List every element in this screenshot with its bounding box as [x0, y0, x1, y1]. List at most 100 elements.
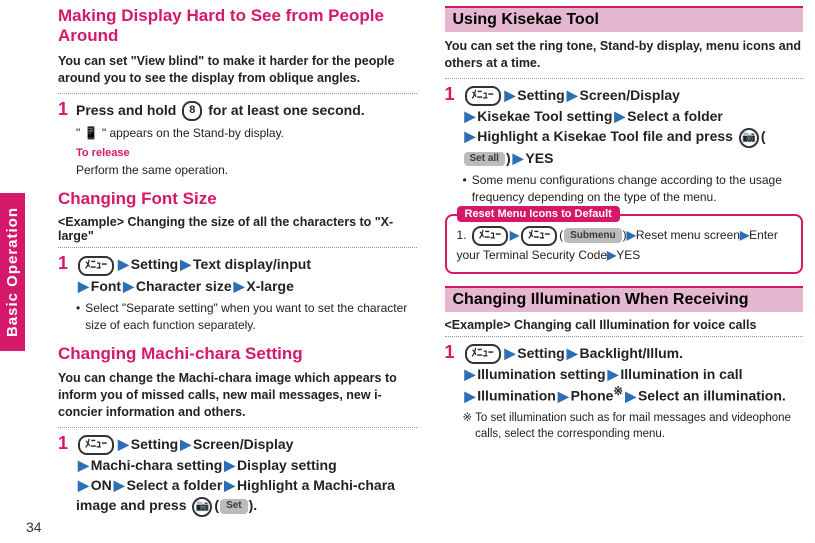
rsec2-note: To set illumination such as for mail mes… — [463, 410, 804, 442]
sec3-title: Changing Machi-chara Setting — [58, 344, 417, 364]
divider — [58, 247, 417, 248]
step-text-a: Press and hold — [76, 102, 180, 118]
path-char-size: Character size — [136, 278, 232, 294]
left-column: Making Display Hard to See from People A… — [58, 6, 421, 531]
set-softkey-label: Set — [220, 499, 248, 514]
sec1-title: Making Display Hard to See from People A… — [58, 6, 417, 47]
path-select-folder: Select a folder — [127, 477, 223, 493]
arrow-icon: ▶ — [567, 345, 578, 361]
arrow-icon: ▶ — [505, 345, 516, 361]
path-machi-setting: Machi-chara setting — [91, 457, 222, 473]
arrow-icon: ▶ — [625, 388, 636, 404]
path-backlight: Backlight/Illum. — [580, 345, 683, 361]
arrow-icon: ▶ — [465, 128, 476, 144]
sec3-intro: You can change the Machi-chara image whi… — [58, 370, 417, 421]
path-setting: Setting — [517, 345, 564, 361]
path-illum-setting: Illumination setting — [477, 366, 605, 382]
path-highlight: Highlight a Kisekae Tool file and press — [477, 128, 737, 144]
path-phone: Phone — [571, 388, 614, 404]
path-on: ON — [91, 477, 112, 493]
release-text: Perform the same operation. — [76, 162, 417, 179]
reset-box-content: 1. ﾒﾆｭｰ▶ﾒﾆｭｰ(Submenu)▶Reset menu screen▶… — [457, 226, 792, 264]
arrow-icon: ▶ — [180, 436, 191, 452]
arrow-icon: ▶ — [513, 150, 524, 166]
rsec2-example: <Example> Changing call Illumination for… — [445, 318, 804, 332]
rsec1-step1: 1 ﾒﾆｭｰ▶Setting▶Screen/Display ▶Kisekae T… — [445, 85, 804, 206]
divider — [445, 78, 804, 79]
rsec1-title: Using Kisekae Tool — [445, 6, 804, 32]
path-select-folder: Select a folder — [627, 108, 723, 124]
sec3-step1: 1 ﾒﾆｭｰ▶Setting▶Screen/Display ▶Machi-cha… — [58, 434, 417, 517]
step-sub: " 📱 " appears on the Stand-by display. — [76, 125, 417, 142]
paren-open: ( — [761, 128, 766, 144]
menu-key-icon: ﾒﾆｭｰ — [472, 226, 508, 246]
arrow-icon: ▶ — [224, 457, 235, 473]
path-screen-display: Screen/Display — [580, 87, 680, 103]
path-xlarge: X-large — [246, 278, 293, 294]
sec2-step1: 1 ﾒﾆｭｰ▶Setting▶Text display/input ▶Font▶… — [58, 254, 417, 333]
arrow-icon: ▶ — [505, 87, 516, 103]
paren-open: ( — [214, 497, 219, 513]
path-display-setting: Display setting — [237, 457, 337, 473]
menu-key-icon: ﾒﾆｭｰ — [465, 344, 501, 364]
step-number: 1 — [58, 100, 76, 179]
path-yes: YES — [525, 150, 553, 166]
camera-key-icon: 📷 — [739, 128, 759, 148]
divider — [58, 93, 417, 94]
arrow-icon: ▶ — [614, 108, 625, 124]
paren-close: ) — [506, 150, 511, 166]
arrow-icon: ▶ — [465, 108, 476, 124]
step-text-b: for at least one second. — [204, 102, 364, 118]
arrow-icon: ▶ — [78, 278, 89, 294]
reset-path-3: YES — [616, 248, 640, 262]
path-illum-in-call: Illumination in call — [620, 366, 742, 382]
path-font: Font — [91, 278, 121, 294]
rsec1-intro: You can set the ring tone, Stand-by disp… — [445, 38, 804, 72]
asterisk-mark: ※ — [613, 385, 623, 398]
arrow-icon: ▶ — [180, 256, 191, 272]
menu-key-icon: ﾒﾆｭｰ — [78, 256, 114, 276]
arrow-icon: ▶ — [465, 388, 476, 404]
step-number: 1 — [445, 85, 463, 206]
path-setting: Setting — [517, 87, 564, 103]
rsec2-step1: 1 ﾒﾆｭｰ▶Setting▶Backlight/Illum. ▶Illumin… — [445, 343, 804, 443]
path-select-illum: Select an illumination. — [638, 388, 786, 404]
step-number: 1 — [445, 343, 463, 443]
menu-key-icon: ﾒﾆｭｰ — [521, 226, 557, 246]
arrow-icon: ▶ — [118, 436, 129, 452]
section-tab: Basic Operation — [0, 192, 25, 350]
arrow-icon: ▶ — [78, 477, 89, 493]
sec1-intro: You can set "View blind" to make it hard… — [58, 53, 417, 87]
reset-box-title: Reset Menu Icons to Default — [457, 206, 620, 222]
arrow-icon: ▶ — [607, 248, 616, 262]
sec2-example: <Example> Changing the size of all the c… — [58, 215, 417, 243]
path-illumination: Illumination — [477, 388, 556, 404]
arrow-icon: ▶ — [740, 228, 749, 242]
reset-box: Reset Menu Icons to Default 1. ﾒﾆｭｰ▶ﾒﾆｭｰ… — [445, 214, 804, 274]
sec2-title: Changing Font Size — [58, 189, 417, 209]
arrow-icon: ▶ — [118, 256, 129, 272]
release-label: To release — [76, 146, 417, 162]
arrow-icon: ▶ — [465, 366, 476, 382]
arrow-icon: ▶ — [608, 366, 619, 382]
page-number: 34 — [26, 519, 42, 535]
rsec1-bullet: Some menu configurations change accordin… — [463, 172, 804, 206]
path-screen-display: Screen/Display — [193, 436, 293, 452]
path-setting: Setting — [131, 436, 178, 452]
arrow-icon: ▶ — [510, 228, 519, 242]
arrow-icon: ▶ — [114, 477, 125, 493]
arrow-icon: ▶ — [234, 278, 245, 294]
key-8-icon: 8 — [182, 101, 202, 121]
reset-path-1: Reset menu screen — [636, 228, 740, 242]
divider — [58, 427, 417, 428]
arrow-icon: ▶ — [627, 228, 636, 242]
divider — [445, 336, 804, 337]
arrow-icon: ▶ — [558, 388, 569, 404]
step-number: 1 — [58, 254, 76, 333]
arrow-icon: ▶ — [123, 278, 134, 294]
arrow-icon: ▶ — [567, 87, 578, 103]
menu-key-icon: ﾒﾆｭｰ — [465, 86, 501, 106]
path-text-display: Text display/input — [193, 256, 311, 272]
menu-key-icon: ﾒﾆｭｰ — [78, 435, 114, 455]
paren-close: ). — [249, 497, 258, 513]
